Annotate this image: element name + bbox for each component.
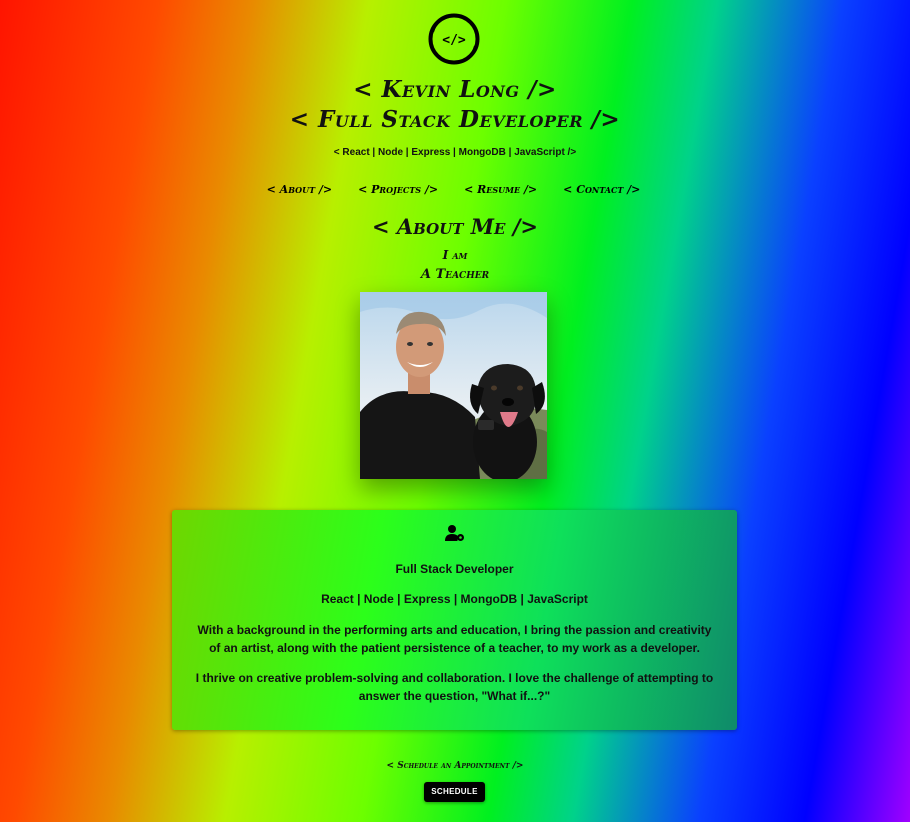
card-role: Full Stack Developer [395, 562, 514, 576]
site-role: < Full Stack Developer /> [289, 106, 621, 133]
nav-contact-link[interactable]: < Contact /> [563, 183, 640, 196]
nav-projects-link[interactable]: < Projects /> [358, 183, 438, 196]
nav-about-link[interactable]: < About /> [267, 183, 332, 196]
user-gear-icon [445, 525, 464, 541]
main-nav: < About /> < Projects /> < Resume /> < C… [0, 183, 910, 196]
schedule-label: < Schedule an Appointment /> [386, 761, 524, 771]
svg-text:</>: </> [442, 33, 466, 48]
code-logo-icon: </> [428, 13, 480, 65]
i-am-text: I am [442, 248, 468, 262]
about-heading: < About Me /> [371, 214, 539, 239]
card-paragraph-1: With a background in the performing arts… [197, 623, 712, 655]
rotating-role-text: A Teacher [420, 267, 490, 282]
profile-photo [360, 292, 547, 479]
card-paragraph-2: I thrive on creative problem-solving and… [195, 671, 714, 703]
card-stack: React | Node | Express | MongoDB | JavaS… [321, 592, 588, 606]
site-name: < Kevin Long /> [353, 76, 557, 103]
tech-stack-line: < React | Node | Express | MongoDB | Jav… [333, 147, 577, 158]
schedule-button[interactable]: SCHEDULE [424, 782, 485, 802]
nav-resume-link[interactable]: < Resume /> [464, 183, 537, 196]
about-card: Full Stack Developer React | Node | Expr… [172, 510, 737, 730]
